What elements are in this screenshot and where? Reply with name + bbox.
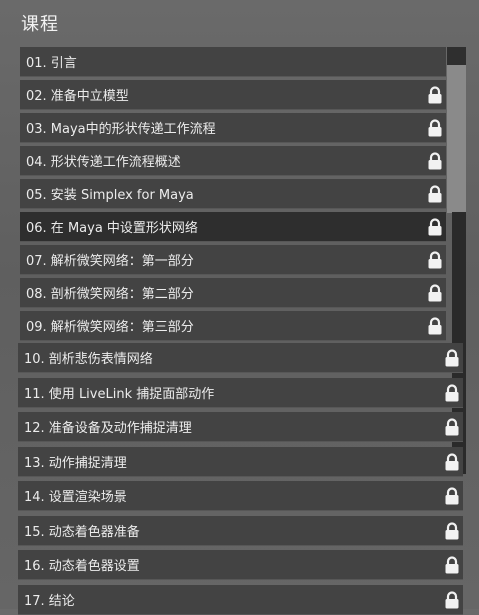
lesson-label: 15. 动态着色器准备 (24, 524, 140, 540)
lesson-label: 16. 动态着色器设置 (24, 559, 140, 574)
lesson-label: 14. 设置渲染场景 (24, 490, 127, 505)
lesson-item[interactable]: 07. 解析微笑网络：第一部分 (20, 245, 446, 275)
lesson-item[interactable]: 04. 形状传递工作流程概述 (20, 146, 446, 176)
lock-icon (444, 521, 460, 540)
lock-icon (427, 185, 443, 203)
lesson-item[interactable]: 02. 准备中立模型 (20, 80, 446, 110)
scrollbar-thumb[interactable] (447, 47, 466, 65)
lesson-label: 08. 剖析微笑网络：第二部分 (26, 287, 194, 302)
lesson-item[interactable]: 10. 剖析悲伤表情网络 (18, 343, 463, 373)
lesson-label: 06. 在 Maya 中设置形状网络 (26, 221, 198, 236)
lock-icon (427, 152, 443, 170)
lock-icon (427, 284, 443, 302)
lesson-label: 01. 引言 (26, 56, 77, 71)
lesson-label: 02. 准备中立模型 (26, 89, 129, 104)
lesson-label: 04. 形状传递工作流程概述 (26, 155, 181, 170)
lock-icon (427, 119, 443, 137)
page-title: 课程 (21, 14, 59, 35)
lesson-item[interactable]: 17. 结论 (18, 584, 463, 615)
lesson-item[interactable]: 06. 在 Maya 中设置形状网络 (20, 212, 446, 242)
lesson-label: 10. 剖析悲伤表情网络 (24, 352, 153, 367)
lesson-label: 05. 安装 Simplex for Maya (26, 188, 194, 203)
lock-icon (444, 590, 460, 609)
lesson-label: 07. 解析微笑网络：第一部分 (26, 254, 194, 269)
lesson-label: 11. 使用 LiveLink 捕捉面部动作 (24, 386, 215, 402)
lock-icon (444, 452, 460, 471)
lesson-label: 17. 结论 (24, 593, 75, 609)
lock-icon (444, 487, 460, 505)
lesson-label: 09. 解析微笑网络：第三部分 (26, 320, 194, 335)
lesson-item[interactable]: 15. 动态着色器准备 (18, 515, 463, 546)
lock-icon (427, 218, 443, 236)
lesson-item[interactable]: 13. 动作捕捉清理 (18, 446, 463, 477)
lesson-item[interactable]: 09. 解析微笑网络：第三部分 (20, 311, 446, 341)
lesson-label: 13. 动作捕捉清理 (24, 455, 127, 471)
lock-icon (427, 86, 443, 104)
lesson-item[interactable]: 05. 安装 Simplex for Maya (20, 179, 446, 209)
lesson-label: 12. 准备设备及动作捕捉清理 (24, 421, 192, 436)
lesson-item[interactable]: 14. 设置渲染场景 (18, 481, 463, 511)
lesson-item[interactable]: 16. 动态着色器设置 (18, 550, 463, 580)
scrollbar-track[interactable] (447, 47, 466, 213)
lesson-item[interactable]: 11. 使用 LiveLink 捕捉面部动作 (18, 377, 463, 408)
lock-icon (444, 556, 460, 574)
lock-icon (427, 251, 443, 269)
lock-icon (444, 383, 460, 402)
lesson-item[interactable]: 01. 引言 (20, 47, 446, 77)
lesson-item[interactable]: 03. Maya中的形状传递工作流程 (20, 113, 446, 143)
lock-icon (444, 349, 460, 367)
lesson-item[interactable]: 08. 剖析微笑网络：第二部分 (20, 278, 446, 308)
lesson-item[interactable]: 12. 准备设备及动作捕捉清理 (18, 412, 463, 442)
lock-icon (427, 317, 443, 335)
lesson-label: 03. Maya中的形状传递工作流程 (26, 122, 216, 137)
lock-icon (444, 418, 460, 436)
